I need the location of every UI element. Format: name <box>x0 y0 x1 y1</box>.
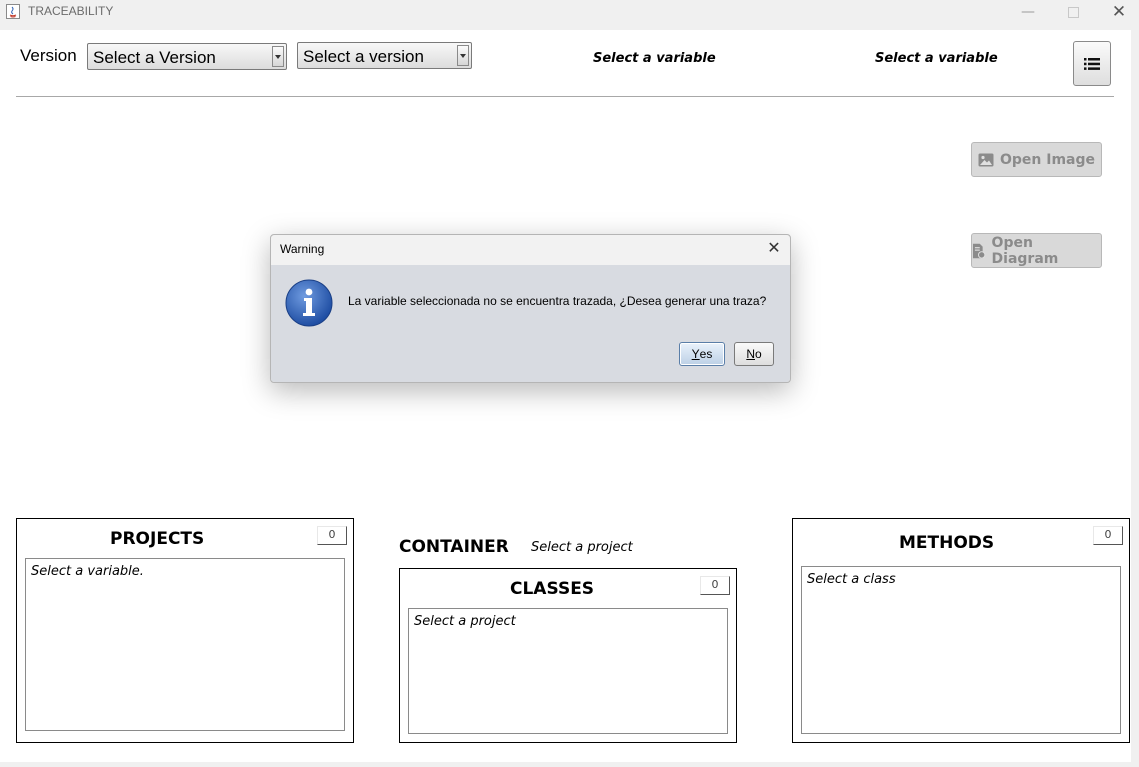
classes-title: CLASSES <box>510 579 595 599</box>
variable-label-1: Select a variable <box>593 51 716 66</box>
dialog-message: La variable seleccionada no se encuentra… <box>348 294 767 308</box>
no-button[interactable]: No <box>734 342 774 366</box>
classes-list-placeholder: Select a project <box>414 614 516 629</box>
version-select-1[interactable]: Select a Version <box>87 43 287 70</box>
chevron-down-icon[interactable] <box>457 45 469 66</box>
dialog-body: La variable seleccionada no se encuentra… <box>271 265 790 382</box>
version-select-1-value: Select a Version <box>93 48 216 67</box>
yes-button[interactable]: Yes <box>679 342 725 366</box>
projects-list[interactable]: Select a variable. <box>25 558 345 731</box>
minimize-icon: — <box>1021 4 1035 20</box>
projects-title: PROJECTS <box>110 529 205 549</box>
diagram-file-icon <box>972 243 986 259</box>
list-icon <box>1084 57 1100 70</box>
no-mnemonic: N <box>746 347 755 361</box>
variable-label-2: Select a variable <box>875 51 998 66</box>
dialog-title: Warning <box>280 242 325 256</box>
image-icon <box>978 153 994 166</box>
version-select-2[interactable]: Select a version <box>297 42 472 69</box>
methods-panel: METHODS 0 Select a class <box>792 518 1130 743</box>
dialog-titlebar[interactable]: Warning ✕ <box>271 235 790 265</box>
open-diagram-label: Open Diagram <box>991 234 1059 267</box>
container-label: CONTAINER <box>399 537 509 557</box>
classes-count: 0 <box>700 576 730 595</box>
open-diagram-button[interactable]: Open Diagram <box>971 233 1102 268</box>
close-window-button[interactable]: ✕ <box>1096 0 1139 24</box>
version-label: Version <box>20 46 77 65</box>
methods-count: 0 <box>1093 526 1123 545</box>
classes-panel: CLASSES 0 Select a project <box>399 568 737 743</box>
info-icon <box>285 279 333 327</box>
java-app-icon <box>6 4 20 19</box>
container-hint: Select a project <box>531 540 633 555</box>
methods-title: METHODS <box>899 533 995 553</box>
yes-mnemonic: Y <box>691 347 700 361</box>
open-image-label: Open Image <box>999 151 1096 168</box>
window-titlebar[interactable] <box>0 0 1139 24</box>
no-label: o <box>754 347 762 361</box>
open-image-button[interactable]: Open Image <box>971 142 1102 177</box>
menu-button[interactable] <box>1073 41 1111 86</box>
close-icon: ✕ <box>767 238 781 257</box>
maximize-icon <box>1067 6 1079 18</box>
projects-count: 0 <box>317 526 347 545</box>
projects-panel: PROJECTS 0 Select a variable. <box>16 518 354 743</box>
maximize-button[interactable] <box>1050 0 1096 24</box>
toolbar-separator <box>16 96 1114 97</box>
warning-dialog: Warning ✕ La variable seleccionada no se… <box>270 234 791 383</box>
minimize-button[interactable]: — <box>1005 0 1051 24</box>
close-icon: ✕ <box>1111 2 1127 22</box>
methods-list-placeholder: Select a class <box>807 572 896 587</box>
dialog-close-button[interactable]: ✕ <box>766 240 782 256</box>
chevron-down-icon[interactable] <box>272 46 284 67</box>
projects-list-placeholder: Select a variable. <box>31 564 144 579</box>
version-select-2-value: Select a version <box>303 47 424 66</box>
window-title: TRACEABILITY <box>28 4 114 18</box>
yes-label: es <box>699 347 713 361</box>
methods-list[interactable]: Select a class <box>801 566 1121 734</box>
classes-list[interactable]: Select a project <box>408 608 728 734</box>
